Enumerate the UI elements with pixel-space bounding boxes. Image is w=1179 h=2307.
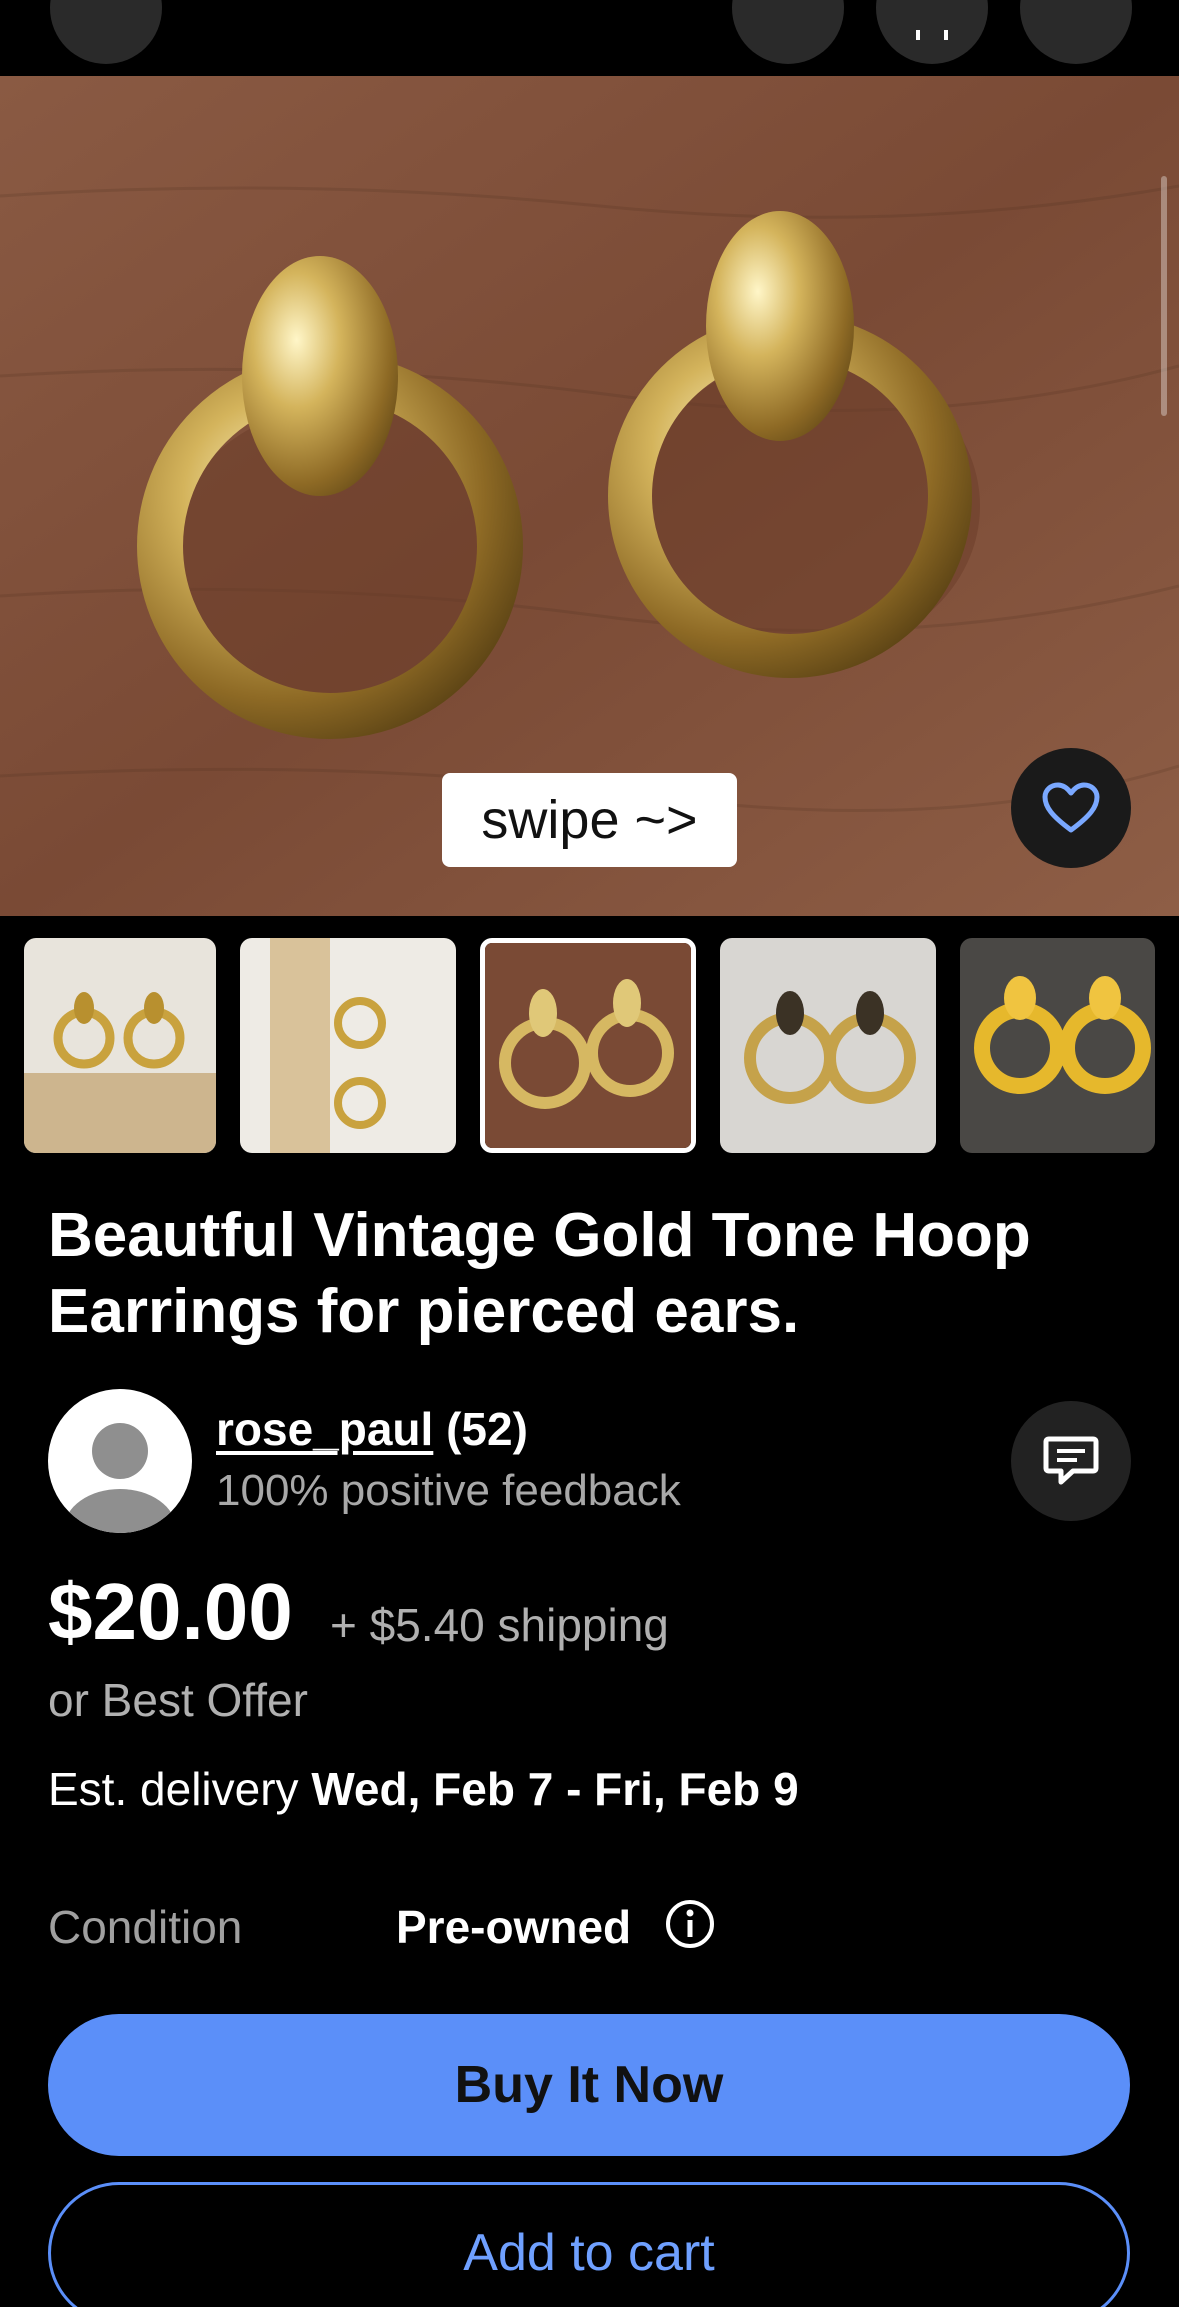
thumbnail-2[interactable] bbox=[240, 938, 456, 1153]
add-to-cart-button[interactable]: Add to cart bbox=[48, 2182, 1130, 2307]
seller-avatar[interactable] bbox=[48, 1389, 192, 1533]
condition-value: Pre-owned bbox=[396, 1901, 632, 1953]
person-icon bbox=[64, 1423, 176, 1533]
delivery-dates: Wed, Feb 7 - Fri, Feb 9 bbox=[311, 1763, 799, 1815]
share-button[interactable] bbox=[876, 0, 988, 64]
swipe-label: swipe ~> bbox=[442, 773, 737, 867]
thumbnail-5[interactable] bbox=[960, 938, 1155, 1153]
seller-rating-count: (52) bbox=[433, 1403, 528, 1455]
listing-title-line-2: Earrings for pierced ears. bbox=[48, 1277, 800, 1346]
buy-it-now-button[interactable]: Buy It Now bbox=[48, 2014, 1130, 2156]
shipping-cost: + $5.40 shipping bbox=[330, 1599, 669, 1651]
info-icon[interactable] bbox=[664, 1898, 716, 1950]
seller-username-link[interactable]: rose_paul bbox=[216, 1403, 433, 1455]
thumbnail-strip bbox=[0, 938, 1179, 1155]
seller-feedback: 100% positive feedback bbox=[216, 1466, 681, 1515]
more-button[interactable] bbox=[1020, 0, 1132, 64]
condition-label: Condition bbox=[48, 1901, 243, 1953]
image-scroll-indicator bbox=[1161, 176, 1167, 416]
seller-name: rose_paul (52) bbox=[216, 1402, 528, 1456]
top-nav-bar bbox=[0, 0, 1179, 76]
message-seller-button[interactable] bbox=[1011, 1401, 1131, 1521]
best-offer-text: or Best Offer bbox=[48, 1674, 308, 1726]
message-icon bbox=[1043, 1436, 1099, 1485]
listing-title-line-1: Beautful Vintage Gold Tone Hoop bbox=[48, 1201, 1031, 1270]
watchlist-button[interactable] bbox=[1011, 748, 1131, 868]
thumbnail-4[interactable] bbox=[720, 938, 936, 1153]
listing-title: Beautful Vintage Gold Tone Hoop Earrings… bbox=[48, 1198, 1138, 1350]
estimated-delivery: Est. delivery Wed, Feb 7 - Fri, Feb 9 bbox=[48, 1762, 799, 1816]
heart-icon bbox=[1042, 782, 1100, 833]
back-button[interactable] bbox=[50, 0, 162, 64]
listing-page: swipe ~> Beautful Vintage Gold Tone Hoop… bbox=[0, 0, 1179, 2307]
share-icon bbox=[916, 30, 948, 40]
delivery-prefix: Est. delivery bbox=[48, 1763, 312, 1815]
thumbnail-3[interactable] bbox=[480, 938, 696, 1153]
search-button[interactable] bbox=[732, 0, 844, 64]
product-image[interactable]: swipe ~> bbox=[0, 76, 1179, 916]
price: $20.00 bbox=[48, 1567, 293, 1656]
thumbnail-1[interactable] bbox=[24, 938, 216, 1153]
